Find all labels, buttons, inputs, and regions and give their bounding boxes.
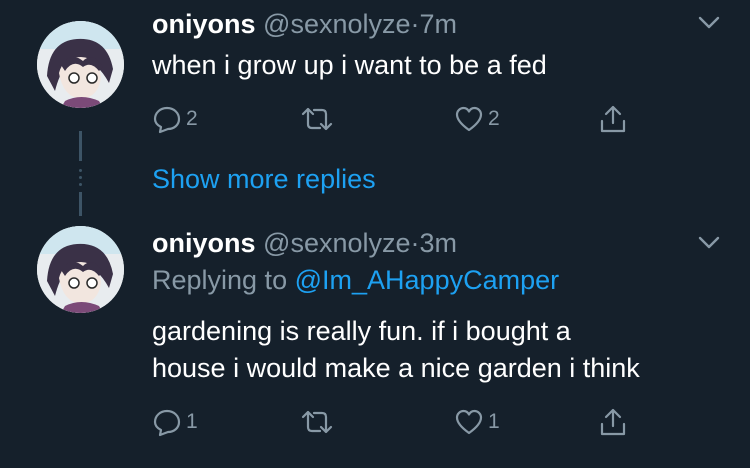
- tweet-text: when i grow up i want to be a fed: [152, 50, 547, 80]
- replying-prefix: Replying to: [152, 265, 288, 295]
- reply-icon: [153, 106, 181, 134]
- share-button[interactable]: [598, 405, 628, 439]
- thread-dot: [79, 176, 82, 179]
- like-button[interactable]: 2: [454, 102, 500, 136]
- timestamp[interactable]: 7m: [420, 9, 458, 39]
- tweet-text-line: gardening is really fun. if i bought a: [152, 316, 571, 346]
- action-bar: 2 2: [152, 102, 652, 136]
- display-name[interactable]: oniyons: [152, 9, 256, 39]
- retweet-button[interactable]: [300, 102, 338, 136]
- retweet-button[interactable]: [300, 405, 338, 439]
- retweet-icon: [301, 410, 333, 434]
- like-icon: [455, 409, 483, 435]
- tweet[interactable]: oniyons @sexnolyze·7m when i grow up i w…: [0, 0, 750, 150]
- thread-dot: [79, 169, 82, 172]
- thread-dot: [79, 183, 82, 186]
- share-button[interactable]: [598, 102, 628, 136]
- like-icon: [455, 106, 483, 132]
- reply-icon: [153, 409, 181, 437]
- reply-button[interactable]: 1: [152, 405, 198, 439]
- separator-dot: ·: [410, 9, 420, 39]
- tweet-text: gardening is really fun. if i bought a h…: [152, 313, 640, 387]
- tweet-text-line: house i would make a nice garden i think: [152, 353, 640, 383]
- reply-count: 2: [186, 107, 198, 130]
- user-handle[interactable]: @sexnolyze: [263, 228, 410, 258]
- separator-dot: ·: [410, 228, 420, 258]
- reply-count: 1: [186, 410, 198, 433]
- avatar[interactable]: [37, 226, 124, 313]
- share-icon: [600, 408, 626, 436]
- timestamp[interactable]: 3m: [420, 228, 458, 258]
- like-count: 1: [488, 410, 500, 433]
- mention-link[interactable]: @Im_AHappyCamper: [295, 265, 560, 295]
- retweet-icon: [301, 107, 333, 131]
- tweet[interactable]: oniyons @sexnolyze·3m Replying to @Im_AH…: [0, 215, 750, 468]
- show-more-replies-link[interactable]: Show more replies: [152, 163, 376, 195]
- like-count: 2: [488, 107, 500, 130]
- reply-button[interactable]: 2: [152, 102, 198, 136]
- user-handle[interactable]: @sexnolyze: [263, 9, 410, 39]
- avatar[interactable]: [37, 21, 124, 108]
- chevron-down-icon[interactable]: [696, 14, 722, 32]
- like-button[interactable]: 1: [454, 405, 500, 439]
- tweet-header: oniyons @sexnolyze·3m: [152, 227, 457, 259]
- action-bar: 1 1: [152, 405, 652, 439]
- display-name[interactable]: oniyons: [152, 228, 256, 258]
- tweet-header: oniyons @sexnolyze·7m: [152, 8, 457, 40]
- thread-line-bottom: [79, 192, 82, 216]
- share-icon: [600, 105, 626, 133]
- chevron-down-icon[interactable]: [696, 234, 722, 252]
- replying-to: Replying to @Im_AHappyCamper: [152, 264, 559, 296]
